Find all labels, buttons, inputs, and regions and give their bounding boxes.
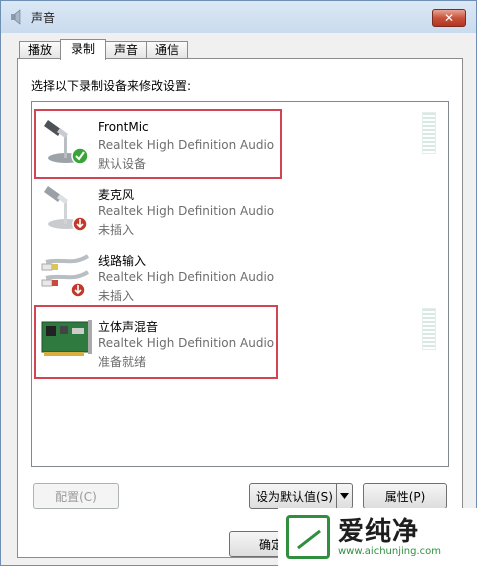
- title-bar: 声音: [1, 1, 476, 33]
- set-default-dropdown[interactable]: [336, 484, 352, 508]
- set-default-button[interactable]: 设为默认值(S): [249, 483, 353, 509]
- line-in-cable-icon: [41, 254, 90, 298]
- configure-button[interactable]: 配置(C): [33, 483, 119, 509]
- tab-communications[interactable]: 通信: [146, 41, 189, 59]
- tab-strip: 播放 录制 声音 通信: [19, 39, 189, 60]
- device-status: 未插入: [98, 223, 135, 237]
- highlight-frontmic: [34, 109, 282, 179]
- tab-playback[interactable]: 播放: [19, 41, 62, 59]
- device-status: 未插入: [98, 289, 135, 303]
- device-driver: Realtek High Definition Audio: [98, 270, 275, 284]
- chevron-down-icon: [340, 493, 349, 499]
- device-name: 线路输入: [98, 254, 147, 268]
- watermark-brand: 爱纯净: [338, 516, 420, 547]
- instruction-text: 选择以下录制设备来修改设置:: [31, 79, 192, 93]
- tab-recording[interactable]: 录制: [60, 39, 107, 60]
- site-watermark: 爱纯净 www.aichunjing.com: [278, 508, 477, 566]
- list-item-line-in[interactable]: 线路输入 Realtek High Definition Audio 未插入: [34, 240, 424, 304]
- watermark-url: www.aichunjing.com: [338, 545, 441, 557]
- device-list[interactable]: FrontMic Realtek High Definition Audio 默…: [31, 101, 449, 467]
- level-meter-frontmic: [422, 112, 436, 154]
- highlight-stereo-mix: [34, 305, 278, 379]
- list-item-microphone[interactable]: 麦克风 Realtek High Definition Audio 未插入: [34, 174, 424, 238]
- device-driver: Realtek High Definition Audio: [98, 204, 275, 218]
- close-button[interactable]: ✕: [432, 9, 466, 27]
- properties-button[interactable]: 属性(P): [363, 483, 447, 509]
- sound-dialog: 声音 ✕ 播放 录制 声音 通信 选择以下录制设备来修改设置: FrontMic…: [0, 0, 477, 566]
- set-default-label: 设为默认值(S): [256, 489, 333, 504]
- tab-sounds[interactable]: 声音: [105, 41, 148, 59]
- window-title: 声音: [31, 10, 56, 25]
- device-name: 麦克风: [98, 188, 135, 202]
- close-icon: ✕: [443, 11, 455, 25]
- speaker-icon: [11, 9, 21, 25]
- level-meter-stereo-mix: [422, 308, 436, 350]
- microphone-icon: [44, 186, 88, 232]
- watermark-logo: [286, 515, 330, 559]
